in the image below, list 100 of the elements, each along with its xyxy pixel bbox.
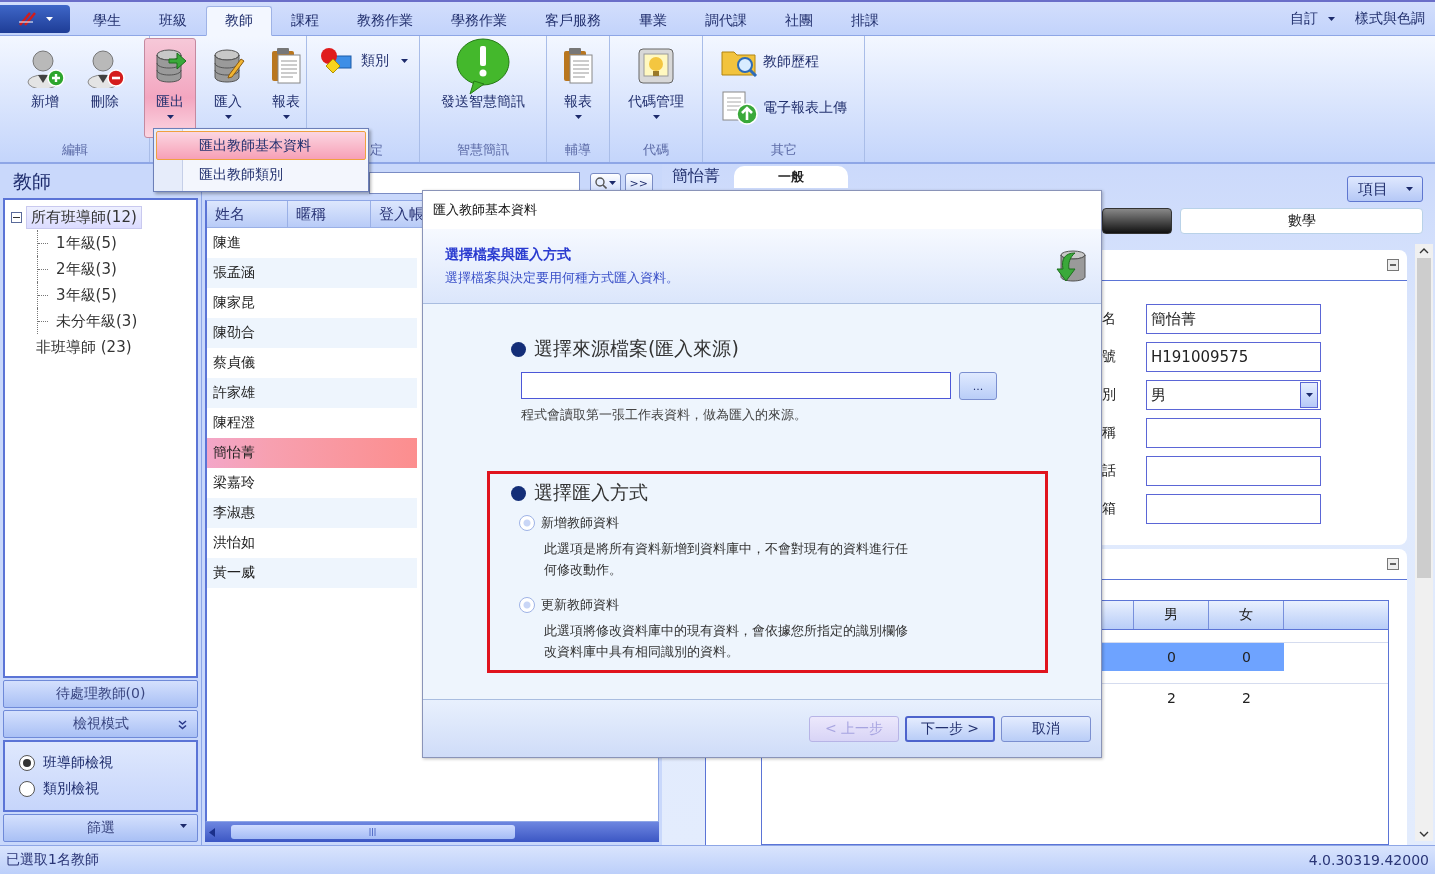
- dialog-title: 匯入教師基本資料: [423, 191, 1101, 229]
- ribbon-tab[interactable]: 班級: [140, 6, 206, 35]
- customize-dropdown[interactable]: 自訂: [1284, 7, 1341, 30]
- dialog-heading: 選擇檔案與匯入方式: [445, 245, 572, 264]
- database-edit-icon: [211, 47, 245, 85]
- ribbon-tab[interactable]: 調代課: [686, 6, 766, 35]
- option-description: 此選項將修改資料庫中的現有資料，會依據您所指定的識別欄修改資料庫中具有相同識別的資料。: [544, 622, 909, 661]
- table-row[interactable]: 簡怡菁: [207, 438, 417, 468]
- scroll-thumb[interactable]: [1417, 258, 1431, 578]
- radio-button[interactable]: [19, 781, 35, 797]
- radio-button[interactable]: [519, 515, 535, 531]
- radio-button[interactable]: [519, 597, 535, 613]
- collapse-icon[interactable]: [1387, 259, 1399, 271]
- menu-item[interactable]: 匯出教師類別: [156, 160, 366, 189]
- ribbon-button[interactable]: 匯出: [144, 38, 196, 138]
- bullet-icon: [511, 341, 526, 357]
- text-field[interactable]: [1146, 494, 1321, 524]
- text-field[interactable]: 簡怡菁: [1146, 304, 1321, 334]
- ribbon-tab[interactable]: 社團: [766, 6, 832, 35]
- column-header[interactable]: 女: [1209, 601, 1284, 629]
- status-text: 已選取1名教師: [6, 851, 99, 869]
- table-row[interactable]: 黃一威: [207, 558, 417, 588]
- table-row[interactable]: 陳劭合: [207, 318, 417, 348]
- item-dropdown[interactable]: 項目: [1347, 176, 1423, 202]
- ribbon-tab[interactable]: 排課: [832, 6, 898, 35]
- group-label: 智慧簡訊: [457, 141, 509, 159]
- collapse-toggle[interactable]: [11, 211, 22, 223]
- ribbon-button[interactable]: 教師歷程: [715, 44, 852, 80]
- ribbon-button[interactable]: 發送智慧簡訊: [434, 38, 532, 138]
- search-button[interactable]: [589, 173, 621, 193]
- option-description: 此選項是將所有資料新增到資料庫中，不會對現有的資料進行任何修改動作。: [544, 540, 909, 579]
- panel-tab[interactable]: 一般: [734, 166, 848, 188]
- subject-tab[interactable]: 數學: [1180, 208, 1423, 234]
- app-menu-button[interactable]: [0, 5, 70, 33]
- column-header[interactable]: 姓名: [207, 201, 288, 227]
- dialog-button[interactable]: 取消: [1001, 715, 1091, 742]
- column-header[interactable]: 暱稱: [288, 201, 371, 227]
- ribbon-tab[interactable]: 教師: [206, 6, 272, 36]
- section-title: 選擇來源檔案(匯入來源): [534, 336, 739, 361]
- ribbon-button[interactable]: 新增: [17, 38, 72, 138]
- menu-item[interactable]: 匯出教師基本資料: [156, 131, 366, 160]
- text-field[interactable]: [1146, 456, 1321, 486]
- ribbon-button[interactable]: 報表: [552, 38, 604, 138]
- text-field[interactable]: H191009575: [1146, 342, 1321, 372]
- scroll-up-icon[interactable]: [1419, 248, 1429, 254]
- table-row[interactable]: 陳程澄: [207, 408, 417, 438]
- tree-item[interactable]: 所有班導師(12): [26, 205, 142, 229]
- style-menu[interactable]: 樣式與色調: [1355, 9, 1425, 28]
- table-row[interactable]: 陳進: [207, 228, 417, 258]
- section-title: 選擇匯入方式: [534, 480, 648, 505]
- ribbon-button[interactable]: 刪除: [77, 38, 132, 138]
- picture-frame-icon: [637, 47, 675, 85]
- collapse-icon[interactable]: [1387, 558, 1399, 570]
- caret-icon: [45, 17, 53, 21]
- clipboard-icon: [562, 47, 594, 85]
- table-row[interactable]: 許家雄: [207, 378, 417, 408]
- hint-text: 程式會讀取第一張工作表資料，做為匯入的來源。: [521, 406, 808, 424]
- ribbon-button[interactable]: 類別: [313, 44, 413, 78]
- column-header[interactable]: 男: [1134, 601, 1209, 629]
- field-label: 別: [1102, 386, 1117, 404]
- table-cell-text: 2: [1241, 689, 1252, 708]
- scroll-left-icon: [209, 827, 215, 837]
- ribbon-tab[interactable]: 教務作業: [338, 6, 432, 35]
- subject-tab[interactable]: [1102, 208, 1172, 234]
- ribbon-button[interactable]: 代碼管理: [621, 38, 691, 138]
- file-path-field[interactable]: [521, 372, 951, 399]
- ribbon-tab[interactable]: 學務作業: [432, 6, 526, 35]
- view-mode-header[interactable]: 檢視模式: [3, 710, 198, 738]
- table-cell-text: 0: [1166, 648, 1177, 667]
- table-row[interactable]: 梁嘉玲: [207, 468, 417, 498]
- tree-item[interactable]: 非班導師 (23): [32, 336, 136, 358]
- database-export-icon: [153, 47, 187, 85]
- table-row[interactable]: 陳家昆: [207, 288, 417, 318]
- ribbon-tab[interactable]: 學生: [74, 6, 140, 35]
- tree-item[interactable]: 2年級(3): [52, 258, 121, 280]
- table-row[interactable]: 李淑惠: [207, 498, 417, 528]
- ribbon-tab[interactable]: 畢業: [620, 6, 686, 35]
- ribbon-tab[interactable]: 課程: [272, 6, 338, 35]
- table-cell-text: 0: [1241, 648, 1252, 667]
- table-row[interactable]: 蔡貞儀: [207, 348, 417, 378]
- select-field[interactable]: 男: [1146, 380, 1321, 410]
- tree-item[interactable]: 未分年級(3): [52, 310, 142, 332]
- field-label: 名: [1102, 310, 1117, 328]
- caret-icon: [608, 181, 616, 185]
- filter-button[interactable]: 篩選: [3, 814, 198, 842]
- tree-item[interactable]: 1年級(5): [52, 232, 121, 254]
- table-row[interactable]: 張孟涵: [207, 258, 417, 288]
- field-label: 箱: [1102, 500, 1117, 518]
- dialog-button[interactable]: 下一步 >: [905, 715, 995, 742]
- browse-button[interactable]: ...: [959, 372, 997, 400]
- tree-item[interactable]: 3年級(5): [52, 284, 121, 306]
- group-label: 輔導: [565, 141, 591, 159]
- table-row[interactable]: 洪怡如: [207, 528, 417, 558]
- ribbon-tab[interactable]: 客戶服務: [526, 6, 620, 35]
- radio-label: 類別檢視: [43, 780, 99, 798]
- radio-button[interactable]: [19, 755, 35, 771]
- text-field[interactable]: [1146, 418, 1321, 448]
- pending-teachers-button[interactable]: 待處理教師(0): [3, 680, 198, 708]
- scroll-down-icon[interactable]: [1419, 831, 1429, 837]
- ribbon-button[interactable]: 電子報表上傳: [715, 88, 852, 128]
